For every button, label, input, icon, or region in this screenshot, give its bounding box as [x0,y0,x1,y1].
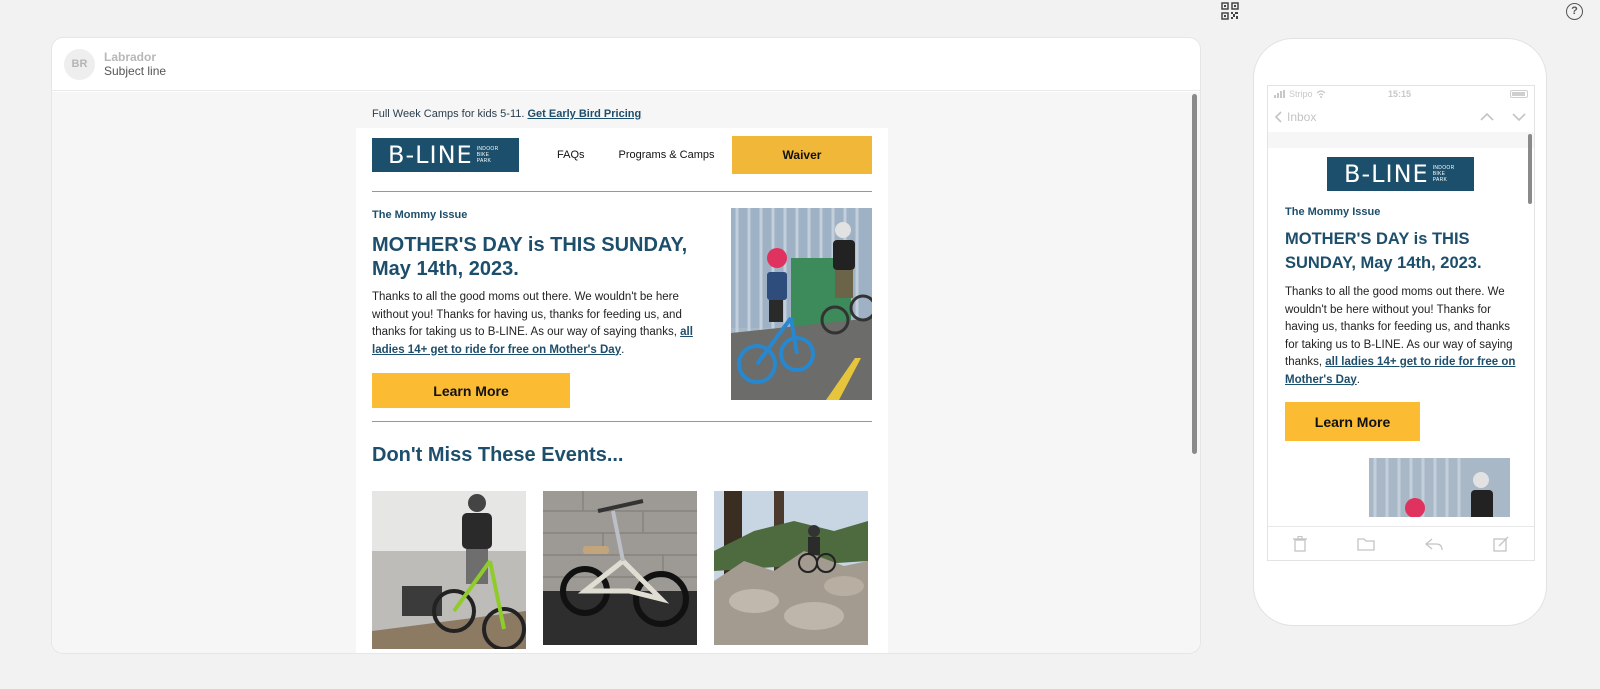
vertical-scrollbar[interactable] [1192,94,1197,454]
chevron-left-icon [1274,111,1282,123]
phone-screen: Stripo 15:15 Inbox B-LINE INDOOR BIKE PA… [1267,85,1535,561]
mobile-preview: Stripo 15:15 Inbox B-LINE INDOOR BIKE PA… [1253,38,1547,626]
events-title: Don't Miss These Events... [372,444,624,466]
feature-text: The Mommy Issue MOTHER'S DAY is THIS SUN… [372,208,712,408]
logo-wordmark: B-LINE [388,141,473,169]
chevron-down-icon[interactable] [1512,110,1526,124]
early-bird-link[interactable]: Get Early Bird Pricing [527,108,641,120]
email-body-viewport[interactable]: Full Week Camps for kids 5-11. Get Early… [52,92,1200,653]
learn-more-button[interactable]: Learn More [1285,402,1420,441]
nav-faqs-link[interactable]: FAQs [557,149,585,161]
email-header: BR Labrador Subject line [52,38,1200,91]
feature-photo [731,208,872,400]
body-copy: Thanks to all the good moms out there. W… [372,291,693,356]
message-nav [1480,110,1526,124]
phone-scrollbar[interactable] [1528,134,1532,204]
learn-more-button[interactable]: Learn More [372,373,570,408]
status-time: 15:15 [1388,89,1412,99]
logo-wordmark: B-LINE [1344,160,1429,188]
headline: MOTHER'S DAY is THIS SUNDAY, May 14th, 2… [372,234,688,280]
folder-icon[interactable] [1357,537,1375,551]
preheader: Full Week Camps for kids 5-11. Get Early… [372,108,641,120]
body-copy: Thanks to all the good moms out there. W… [1285,286,1516,386]
inbox-bar: Inbox [1268,102,1534,132]
event-photo-trail-rock[interactable] [714,491,868,645]
subject-line: Subject line [104,64,167,78]
feature-photo [1369,458,1510,517]
feature-section: The Mommy Issue MOTHER'S DAY is THIS SUN… [372,208,872,408]
desktop-preview: BR Labrador Subject line Full Week Camps… [51,37,1201,654]
divider [372,421,872,422]
battery-icon [1510,90,1528,98]
help-icon[interactable]: ? [1566,3,1583,20]
back-to-inbox[interactable]: Inbox [1274,110,1316,124]
logo-subtext: INDOOR BIKE PARK [1432,165,1455,183]
phone-top-strip [1268,132,1534,148]
reply-icon[interactable] [1425,537,1443,551]
b-line-logo[interactable]: B-LINE INDOOR BIKE PARK [1327,157,1474,191]
trash-icon[interactable] [1293,535,1307,552]
event-photo-indoor-rider[interactable] [372,491,526,649]
signal-icon [1274,90,1285,98]
avatar: BR [64,48,95,80]
event-photo-bmx-bike[interactable] [543,491,697,645]
preheader-text: Full Week Camps for kids 5-11. [372,108,525,120]
waiver-button[interactable]: Waiver [732,136,872,174]
eyebrow: The Mommy Issue [1285,206,1381,218]
email-nav: B-LINE INDOOR BIKE PARK FAQs Programs & Ca… [372,136,872,174]
nav-programs-link[interactable]: Programs & Camps [619,149,715,161]
email-content: B-LINE INDOOR BIKE PARK FAQs Programs & Ca… [356,128,888,653]
logo-subtext: INDOOR BIKE PARK [476,146,499,164]
wifi-icon [1316,90,1325,98]
chevron-up-icon[interactable] [1480,110,1494,124]
divider [372,191,872,192]
qr-code-icon[interactable] [1221,2,1239,20]
sender-name: Labrador [104,50,157,64]
compose-icon[interactable] [1493,536,1509,552]
headline: MOTHER'S DAY is THIS SUNDAY, May 14th, 2… [1285,230,1482,272]
phone-toolbar [1268,526,1534,560]
status-bar: Stripo 15:15 [1268,86,1534,102]
events-grid [372,491,872,649]
b-line-logo[interactable]: B-LINE INDOOR BIKE PARK [372,138,519,172]
phone-email-viewport[interactable]: B-LINE INDOOR BIKE PARK The Mommy Issue MO… [1268,132,1534,517]
eyebrow: The Mommy Issue [372,209,468,221]
carrier: Stripo [1274,89,1326,99]
sender-info: Labrador Subject line [104,50,166,78]
